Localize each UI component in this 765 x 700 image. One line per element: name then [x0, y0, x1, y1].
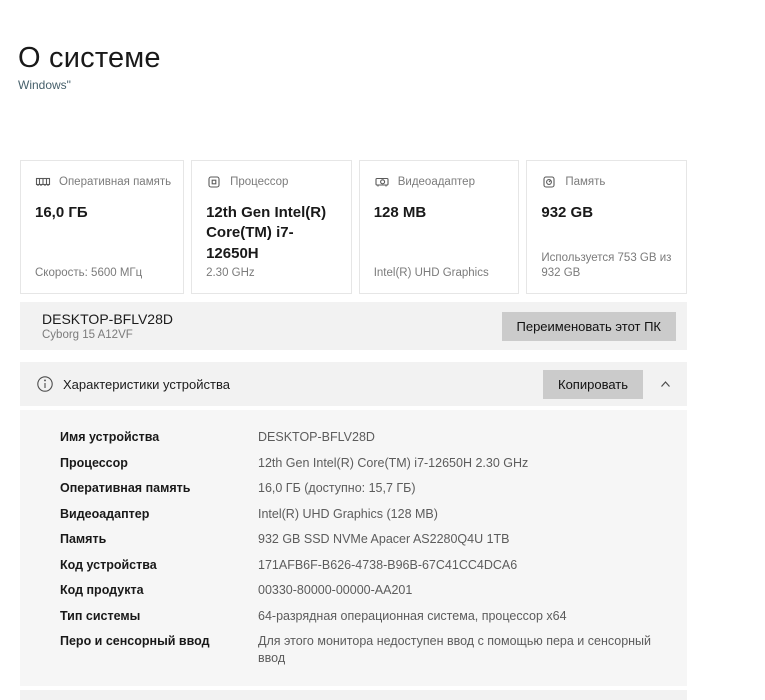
spec-label: Код продукта — [60, 583, 144, 597]
spec-header-label: Характеристики устройства — [63, 376, 230, 392]
spec-value: 16,0 ГБ (доступно: 15,7 ГБ) — [258, 481, 416, 495]
card-gpu: Видеоадаптер 128 MB Intel(R) UHD Graphic… — [358, 160, 520, 294]
page-subtitle: Windows" — [18, 78, 71, 92]
device-name: DESKTOP-BFLV28D — [42, 311, 173, 327]
spec-value: 64-разрядная операционная система, проце… — [258, 608, 567, 623]
card-ram: Оперативная память 16,0 ГБ Скорость: 560… — [20, 160, 185, 294]
card-label: Память — [565, 176, 606, 188]
copy-button[interactable]: Копировать — [543, 369, 643, 399]
ram-icon — [35, 174, 51, 190]
storage-icon — [541, 174, 557, 190]
spec-label: Видеоадаптер — [60, 506, 150, 521]
card-label: Видеоадаптер — [397, 176, 475, 188]
spec-row: Процессор 12th Gen Intel(R) Core(TM) i7-… — [60, 455, 687, 472]
spec-label: Код устройства — [60, 557, 157, 572]
card-label: Процессор — [230, 176, 289, 188]
collapse-chevron[interactable] — [643, 378, 687, 391]
next-section-row[interactable] — [20, 690, 687, 700]
spec-label: Имя устройства — [60, 430, 160, 444]
spec-label: Тип системы — [60, 608, 141, 623]
card-footer: Скорость: 5600 МГц — [35, 267, 143, 280]
device-specs-expander-header[interactable]: Характеристики устройства Копировать — [20, 362, 687, 406]
chevron-up-icon — [660, 380, 670, 387]
card-footer: Intel(R) UHD Graphics — [373, 267, 489, 280]
rename-pc-button[interactable]: Переименовать этот ПК — [501, 311, 676, 341]
spec-row: Оперативная память 16,0 ГБ (доступно: 15… — [60, 480, 687, 497]
spec-value: 932 GB SSD NVMe Apacer AS2280Q4U 1TB — [258, 532, 510, 546]
cpu-icon — [206, 174, 222, 190]
device-specs-panel: Имя устройства DESKTOP-BFLV28D Процессор… — [20, 410, 687, 686]
spec-row: Перо и сенсорный ввод Для этого монитора… — [60, 633, 687, 666]
spec-value: 12th Gen Intel(R) Core(TM) i7-12650H 2.3… — [258, 455, 529, 470]
spec-value: 00330-80000-00000-AA201 — [258, 583, 413, 597]
card-value: 128 MB — [373, 204, 427, 221]
spec-row: Код продукта 00330-80000-00000-AA201 — [60, 582, 687, 599]
spec-label: Оперативная память — [60, 481, 191, 495]
card-value: 932 GB — [541, 204, 594, 221]
card-storage: Память 932 GB Используется 753 GB из 932… — [526, 160, 687, 294]
card-label: Оперативная память — [59, 176, 172, 188]
device-name-row: DESKTOP-BFLV28D Cyborg 15 A12VF Переимен… — [20, 302, 687, 350]
card-value: 12th Gen Intel(R) Core(TM) i7-12650H — [206, 204, 327, 262]
spec-label: Процессор — [60, 455, 128, 470]
spec-value: Intel(R) UHD Graphics (128 MB) — [258, 506, 438, 521]
gpu-icon — [374, 174, 390, 190]
info-icon — [36, 375, 54, 393]
card-footer: Используется 753 GB из 932 GB — [541, 252, 672, 280]
spec-row: Видеоадаптер Intel(R) UHD Graphics (128 … — [60, 506, 687, 523]
card-footer: 2.30 GHz — [206, 267, 255, 280]
spec-row: Тип системы 64-разрядная операционная си… — [60, 608, 687, 625]
card-value: 16,0 ГБ — [35, 204, 88, 221]
summary-cards: Оперативная память 16,0 ГБ Скорость: 560… — [20, 160, 687, 294]
spec-label: Память — [60, 532, 107, 546]
spec-value: Для этого монитора недоступен ввод с пом… — [258, 634, 652, 665]
spec-row: Код устройства 171AFB6F-B626-4738-B96B-6… — [60, 557, 687, 574]
spec-row: Память 932 GB SSD NVMe Apacer AS2280Q4U … — [60, 531, 687, 548]
card-cpu: Процессор 12th Gen Intel(R) Core(TM) i7-… — [191, 160, 352, 294]
spec-label: Перо и сенсорный ввод — [60, 634, 210, 648]
spec-value: DESKTOP-BFLV28D — [258, 430, 375, 444]
spec-row: Имя устройства DESKTOP-BFLV28D — [60, 429, 687, 446]
device-model: Cyborg 15 A12VF — [42, 329, 133, 341]
spec-value: 171AFB6F-B626-4738-B96B-67C41CC4DCA6 — [258, 557, 518, 572]
page-title: О системе — [18, 42, 161, 74]
